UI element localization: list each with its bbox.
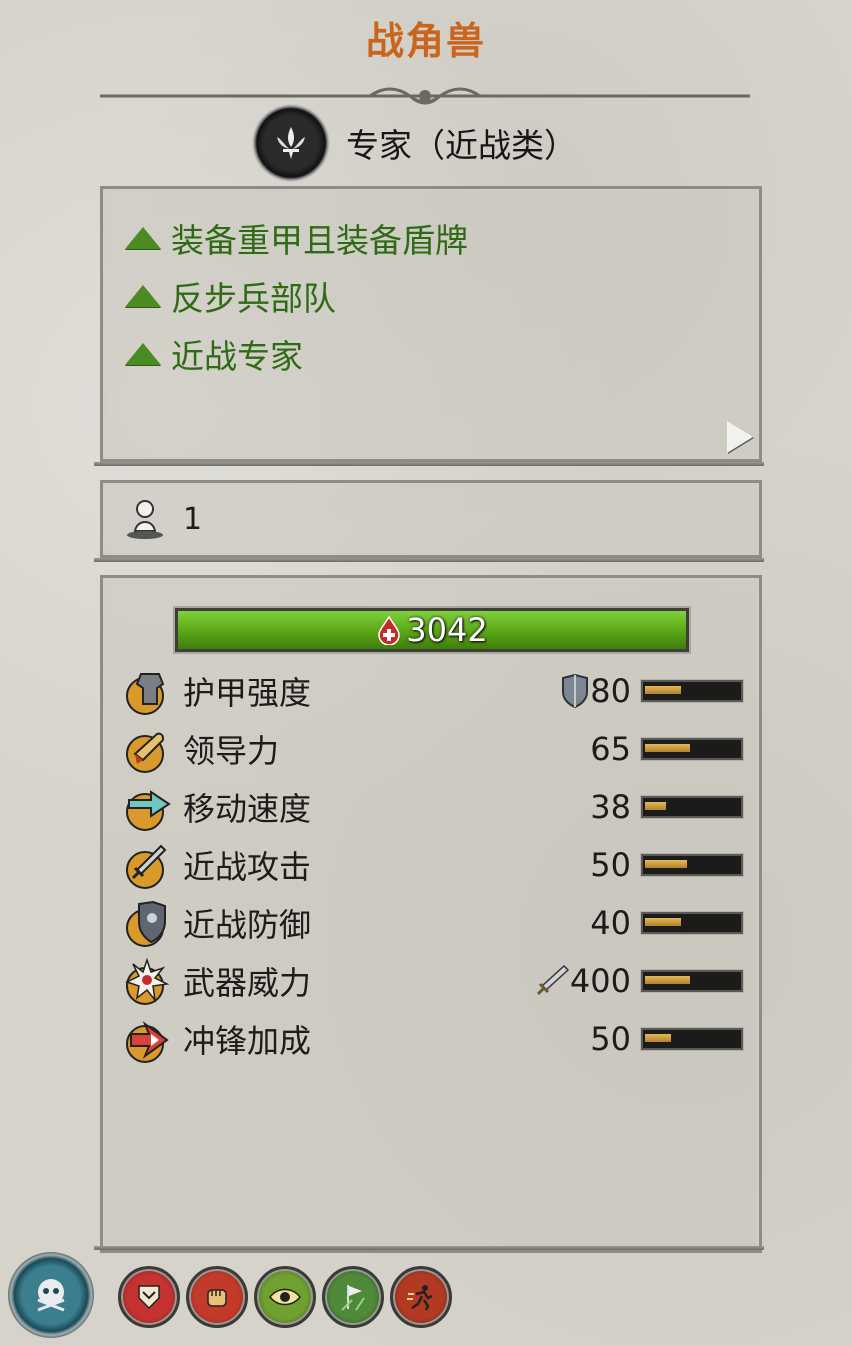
armour-icon	[126, 673, 165, 715]
attribute-label: 反步兵部队	[171, 279, 336, 318]
eye-ability-icon[interactable]	[254, 1266, 316, 1328]
stat-row-melee-attack[interactable]: 近战攻击 50	[123, 836, 743, 894]
stat-label: 护甲强度	[183, 674, 312, 712]
unit-title: 战角兽	[365, 19, 486, 63]
entity-count-panel: 1	[100, 480, 762, 558]
runner-ability-icon[interactable]	[390, 1266, 452, 1328]
banner-ability-icon[interactable]	[322, 1266, 384, 1328]
attribute-label: 近战专家	[171, 337, 303, 376]
health-value: 3042	[406, 611, 488, 649]
stat-bar	[641, 1028, 743, 1050]
stat-label: 移动速度	[183, 790, 312, 828]
melee-defence-icon	[126, 900, 166, 947]
stat-label: 近战防御	[183, 906, 312, 944]
attribute-item[interactable]: 装备重甲且装备盾牌	[125, 209, 468, 267]
stat-label: 武器威力	[183, 964, 312, 1002]
stat-row-charge-bonus[interactable]: 冲锋加成 50	[123, 1010, 743, 1068]
health-bar[interactable]: 3042	[175, 608, 689, 652]
stat-value: 50	[590, 1020, 631, 1058]
stat-bar	[641, 680, 743, 702]
stat-value: 50	[590, 846, 631, 884]
attribute-item[interactable]: 反步兵部队	[125, 267, 468, 325]
green-triangle-icon	[125, 285, 161, 307]
stat-row-weapon-strength[interactable]: 武器威力 400	[123, 952, 743, 1010]
stat-value: 80	[590, 672, 631, 710]
stat-value: 40	[590, 904, 631, 942]
leadership-icon	[126, 732, 165, 773]
stat-label: 领导力	[183, 732, 280, 770]
unit-class-label: 专家（近战类）	[346, 126, 577, 165]
stat-row-speed[interactable]: 移动速度 38	[123, 778, 743, 836]
stat-bar	[641, 970, 743, 992]
melee-attack-icon	[126, 844, 167, 889]
entity-count: 1	[183, 501, 203, 537]
charge-bonus-icon	[126, 1021, 169, 1063]
shield-icon	[562, 674, 589, 708]
stat-value: 38	[590, 788, 631, 826]
stat-bar	[641, 738, 743, 760]
health-drop-icon	[378, 615, 401, 645]
next-arrow-icon[interactable]	[727, 421, 753, 453]
sword-icon	[536, 964, 570, 996]
green-triangle-icon	[125, 343, 161, 365]
rank-ability-icon[interactable]	[118, 1266, 180, 1328]
stat-value: 400	[569, 962, 631, 1000]
fleur-emblem-icon	[252, 104, 330, 182]
divider	[94, 558, 764, 562]
speed-icon	[126, 790, 171, 831]
attribute-label: 装备重甲且装备盾牌	[171, 221, 468, 260]
stat-label: 近战攻击	[183, 848, 312, 886]
stat-bar	[641, 912, 743, 934]
stat-value: 65	[590, 730, 631, 768]
skull-skill-icon[interactable]	[8, 1252, 94, 1338]
green-triangle-icon	[125, 227, 161, 249]
fist-ability-icon[interactable]	[186, 1266, 248, 1328]
stat-row-armour[interactable]: 护甲强度 80	[123, 662, 743, 720]
weapon-strength-icon	[125, 957, 170, 1005]
attributes-panel: 装备重甲且装备盾牌 反步兵部队 近战专家	[100, 186, 762, 462]
soldier-icon	[127, 500, 163, 539]
divider	[94, 462, 764, 466]
stat-row-melee-defence[interactable]: 近战防御 40	[123, 894, 743, 952]
stat-label: 冲锋加成	[183, 1022, 312, 1060]
stat-bar	[641, 796, 743, 818]
stats-panel: 3042 护甲强度 80 领导力 65 移动速度 38 近战攻击 50 近战防御…	[100, 575, 762, 1253]
stat-bar	[641, 854, 743, 876]
attribute-item[interactable]: 近战专家	[125, 325, 468, 383]
abilities-bar	[0, 1248, 852, 1346]
stat-row-leadership[interactable]: 领导力 65	[123, 720, 743, 778]
unit-class-row[interactable]: 专家（近战类）	[252, 102, 577, 184]
